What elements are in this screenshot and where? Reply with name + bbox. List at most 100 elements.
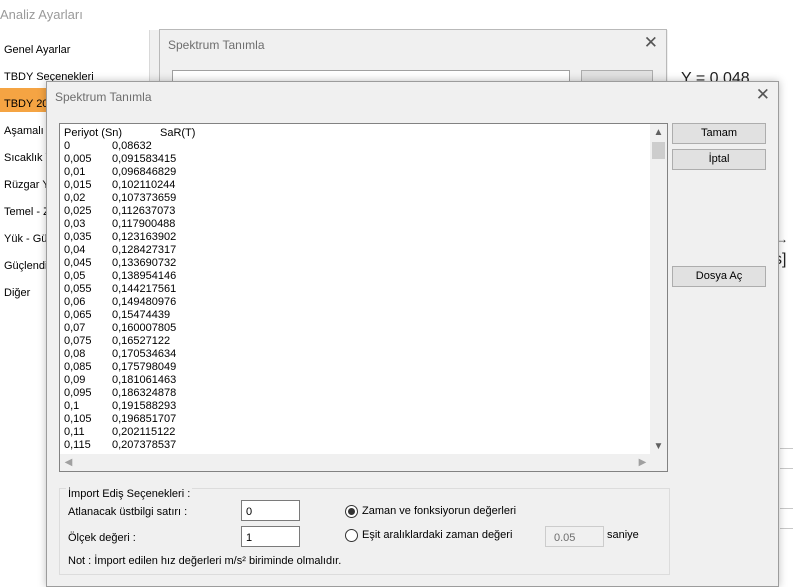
sar-cell: 0,08632 [112,140,152,152]
cancel-button[interactable]: İptal [672,149,766,170]
import-options-group: İmport Ediş Seçenekleri : Atlanacak üstb… [59,488,670,575]
period-cell: 0,045 [64,257,92,269]
interval-unit-label: saniye [607,529,639,541]
period-cell: 0,105 [64,413,92,425]
radio-time-function-label[interactable]: Zaman ve fonksiyorun değerleri [362,505,516,517]
close-icon[interactable]: ✕ [756,85,770,105]
horizontal-scrollbar[interactable]: ◀ ▶ [60,454,651,471]
background-divider [780,528,793,529]
period-cell: 0,055 [64,283,92,295]
list-row[interactable]: 0,02 0,107373659 [64,192,176,205]
dialog-title: Spektrum Tanımla [55,90,152,104]
period-cell: 0,065 [64,309,92,321]
list-row[interactable]: 0 0,08632 [64,140,176,153]
sar-cell: 0,091583415 [112,153,177,165]
open-file-button[interactable]: Dosya Aç [672,266,766,287]
list-row[interactable]: 0,03 0,117900488 [64,218,176,231]
list-row[interactable]: 0,09 0,181061463 [64,374,176,387]
sar-cell: 0,160007805 [112,322,177,334]
list-row[interactable]: 0,06 0,149480976 [64,296,176,309]
sar-cell: 0,128427317 [112,244,177,256]
period-cell: 0,095 [64,387,92,399]
period-cell: 0,02 [64,192,86,204]
sar-cell: 0,170534634 [112,348,177,360]
period-cell: 0,035 [64,231,92,243]
list-row[interactable]: 0,04 0,128427317 [64,244,176,257]
sar-cell: 0,102110244 [112,179,176,191]
sar-cell: 0,112637073 [112,205,176,217]
import-note: Not : İmport edilen hız değerleri m/s² b… [68,555,342,567]
list-row[interactable]: 0,095 0,186324878 [64,387,176,400]
period-cell: 0,005 [64,153,92,165]
sar-cell: 0,175798049 [112,361,177,373]
skip-rows-input[interactable] [241,500,300,521]
period-cell: 0,015 [64,179,92,191]
scale-input[interactable] [241,526,300,547]
scroll-left-icon[interactable]: ◀ [60,454,77,471]
list-row[interactable]: 0,105 0,196851707 [64,413,176,426]
sar-cell: 0,207378537 [112,439,177,451]
sar-cell: 0,15474439 [112,309,171,321]
import-options-title: İmport Ediş Seçenekleri : [66,488,193,500]
radio-equal-interval[interactable] [345,529,358,542]
sidebar-item[interactable]: Genel Ayarlar [0,34,150,58]
period-cell: 0,085 [64,361,92,373]
period-cell: 0,09 [64,374,86,386]
list-row[interactable]: 0,1 0,191588293 [64,400,176,413]
sar-cell: 0,202115122 [112,426,176,438]
ok-button[interactable]: Tamam [672,123,766,144]
scroll-up-icon[interactable]: ▲ [650,124,667,141]
sar-cell: 0,181061463 [112,374,177,386]
scrollbar-corner [650,454,667,471]
sar-cell: 0,186324878 [112,387,177,399]
list-row[interactable]: 0,075 0,16527122 [64,335,176,348]
vertical-scrollbar[interactable]: ▲ ▼ [650,124,667,455]
period-cell: 0,03 [64,218,86,230]
list-row[interactable]: 0,015 0,102110244 [64,179,176,192]
period-cell: 0,04 [64,244,86,256]
interval-input [545,526,604,547]
list-row[interactable]: 0,01 0,096846829 [64,166,176,179]
skip-rows-label: Atlanacak üstbilgi satırı : [68,506,188,518]
scroll-down-icon[interactable]: ▼ [650,438,667,455]
list-row[interactable]: 0,035 0,123163902 [64,231,176,244]
period-cell: 0,06 [64,296,86,308]
list-row[interactable]: 0,07 0,160007805 [64,322,176,335]
list-row[interactable]: 0,11 0,202115122 [64,426,176,439]
list-row[interactable]: 0,005 0,091583415 [64,153,176,166]
scrollbar-thumb[interactable] [652,142,665,159]
list-row[interactable]: 0,045 0,133690732 [64,257,176,270]
sar-cell: 0,138954146 [112,270,177,282]
main-window-title: Analiz Ayarları [0,0,793,30]
list-row[interactable]: 0,115 0,207378537 [64,439,176,452]
sar-cell: 0,117900488 [112,218,176,230]
spectrum-dialog: Spektrum Tanımla ✕ Periyot (Sn) SaR(T) 00… [46,81,779,587]
list-row[interactable]: 0,055 0,144217561 [64,283,176,296]
sar-cell: 0,107373659 [112,192,177,204]
period-cell: 0,1 [64,400,80,412]
sar-cell: 0,191588293 [112,400,177,412]
list-header: Periyot (Sn) SaR(T) [64,127,195,139]
radio-time-function[interactable] [345,505,358,518]
list-row[interactable]: 0,065 0,15474439 [64,309,176,322]
spectrum-data-list[interactable]: Periyot (Sn) SaR(T) 0 0,08632 0,005 0,091583… [59,123,668,472]
close-icon[interactable]: ✕ [644,33,658,53]
column-header-sar: SaR(T) [160,127,196,139]
sar-cell: 0,133690732 [112,257,177,269]
period-cell: 0 [64,140,71,152]
scroll-right-icon[interactable]: ▶ [634,454,651,471]
scale-label: Ölçek değeri : [68,532,136,544]
sar-cell: 0,123163902 [112,231,177,243]
list-row[interactable]: 0,05 0,138954146 [64,270,176,283]
column-header-period: Periyot (Sn) [64,127,123,139]
list-row[interactable]: 0,08 0,170534634 [64,348,176,361]
list-rows: 0 0,08632 0,005 0,091583415 0,01 0,096846829 0… [64,140,176,452]
list-row[interactable]: 0,025 0,112637073 [64,205,176,218]
period-cell: 0,01 [64,166,86,178]
sar-cell: 0,149480976 [112,296,177,308]
background-divider [780,448,793,449]
list-row[interactable]: 0,085 0,175798049 [64,361,176,374]
background-divider [780,468,793,469]
radio-equal-interval-label[interactable]: Eşit aralıklardaki zaman değeri [362,529,512,541]
sar-cell: 0,144217561 [112,283,177,295]
